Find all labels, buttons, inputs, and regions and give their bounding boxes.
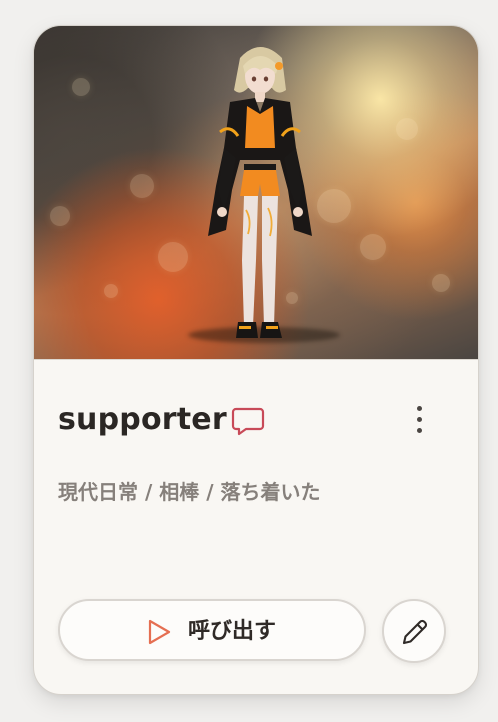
- bokeh-light: [50, 206, 70, 226]
- bokeh-light: [72, 78, 90, 96]
- call-avatar-button[interactable]: 呼び出す: [58, 599, 366, 661]
- avatar-preview-image: [34, 26, 478, 360]
- avatar-card[interactable]: supporter 現代日常 / 相棒 / 落ち着いた 呼び出す: [33, 25, 479, 695]
- avatar-name: supporter: [58, 402, 227, 437]
- character-figure: [208, 47, 312, 338]
- play-icon: [148, 619, 171, 645]
- chat-bubble-icon: [231, 407, 265, 436]
- avatar-tags: 現代日常 / 相棒 / 落ち着いた: [58, 480, 321, 504]
- bokeh-light: [360, 234, 386, 260]
- bokeh-light: [158, 242, 188, 272]
- more-vertical-icon: [417, 417, 422, 422]
- bokeh-light: [130, 174, 154, 198]
- bokeh-light: [317, 189, 351, 223]
- edit-avatar-button[interactable]: [382, 599, 446, 663]
- more-vertical-icon: [417, 428, 422, 433]
- more-vertical-icon: [417, 406, 422, 411]
- more-options-button[interactable]: [400, 398, 440, 442]
- bokeh-light: [104, 284, 118, 298]
- pencil-icon: [402, 619, 428, 645]
- bokeh-light: [432, 274, 450, 292]
- call-button-label: 呼び出す: [188, 619, 277, 644]
- bokeh-light: [396, 118, 418, 140]
